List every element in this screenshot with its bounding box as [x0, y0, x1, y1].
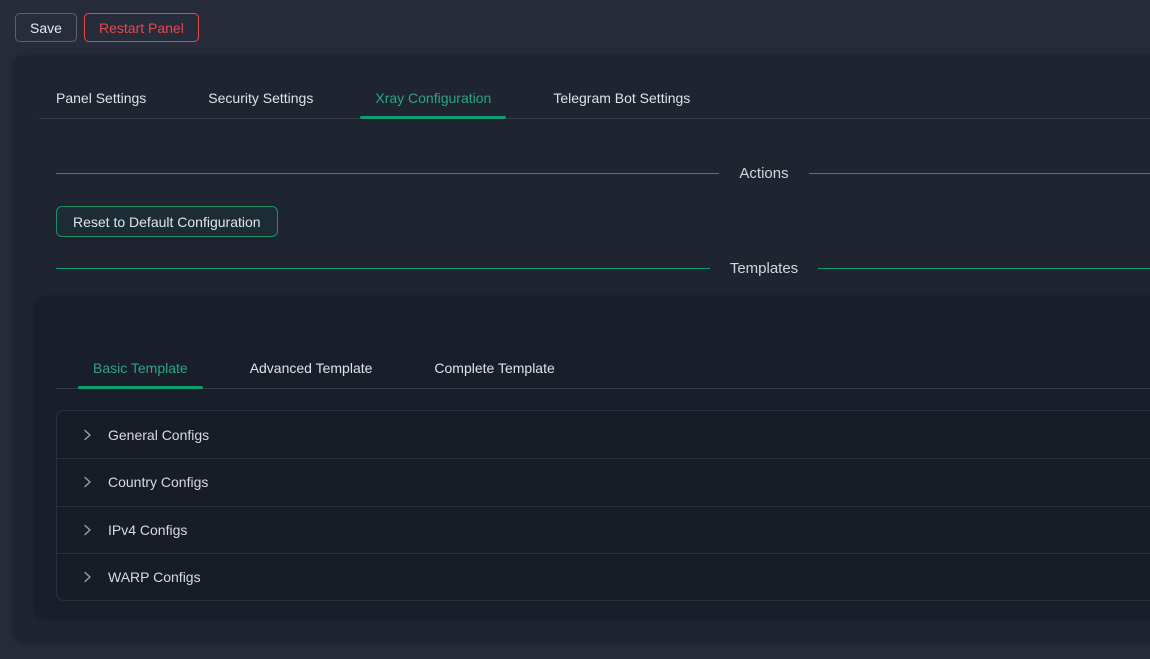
reset-to-default-button[interactable]: Reset to Default Configuration: [56, 206, 278, 237]
tab-security-settings[interactable]: Security Settings: [193, 77, 328, 118]
templates-divider-label: Templates: [730, 260, 798, 277]
tab-basic-template[interactable]: Basic Template: [78, 347, 203, 388]
restart-panel-button[interactable]: Restart Panel: [84, 13, 199, 42]
tab-panel-settings[interactable]: Panel Settings: [41, 77, 161, 118]
collapse-warp-configs[interactable]: WARP Configs: [57, 553, 1150, 600]
templates-card: Basic Template Advanced Template Complet…: [35, 297, 1150, 617]
actions-divider: Actions: [56, 162, 1150, 184]
settings-tabbar: Panel Settings Security Settings Xray Co…: [39, 77, 1150, 119]
templates-divider: Templates: [56, 257, 1150, 279]
collapse-label: Country Configs: [108, 474, 208, 490]
tab-complete-template[interactable]: Complete Template: [419, 347, 569, 388]
settings-card: Panel Settings Security Settings Xray Co…: [14, 55, 1150, 640]
tab-telegram-bot-settings[interactable]: Telegram Bot Settings: [538, 77, 705, 118]
chevron-right-icon: [81, 571, 93, 583]
actions-divider-label: Actions: [739, 165, 788, 182]
collapse-general-configs[interactable]: General Configs: [57, 411, 1150, 458]
collapse-label: IPv4 Configs: [108, 522, 187, 538]
tab-xray-configuration[interactable]: Xray Configuration: [360, 77, 506, 118]
save-button[interactable]: Save: [15, 13, 77, 42]
chevron-right-icon: [81, 524, 93, 536]
collapse-country-configs[interactable]: Country Configs: [57, 458, 1150, 505]
collapse-label: General Configs: [108, 427, 209, 443]
collapse-label: WARP Configs: [108, 569, 201, 585]
chevron-right-icon: [81, 476, 93, 488]
chevron-right-icon: [81, 429, 93, 441]
config-collapse-list: General Configs Country Configs IPv4 Con…: [56, 410, 1150, 601]
collapse-ipv4-configs[interactable]: IPv4 Configs: [57, 506, 1150, 553]
template-tabbar: Basic Template Advanced Template Complet…: [56, 347, 1150, 389]
tab-advanced-template[interactable]: Advanced Template: [235, 347, 388, 388]
